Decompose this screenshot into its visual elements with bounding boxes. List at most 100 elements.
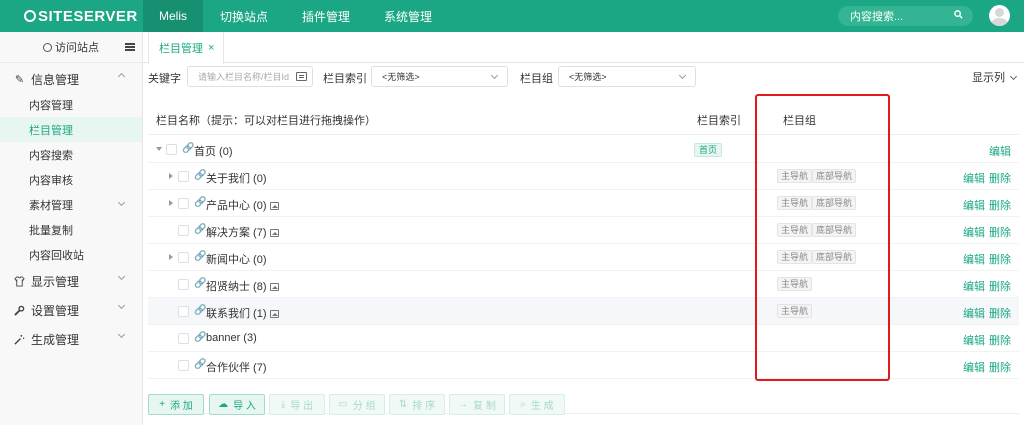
- search-icon: ⌕: [520, 399, 526, 410]
- group-select[interactable]: <无筛选>: [558, 66, 696, 87]
- cloud-upload-icon: ☁: [218, 399, 229, 410]
- channel-name[interactable]: 新闻中心 (0): [206, 251, 267, 267]
- row-checkbox[interactable]: [178, 171, 189, 182]
- delete-link[interactable]: 删除: [989, 278, 1011, 294]
- export-button[interactable]: ⤓ 导 出: [269, 394, 325, 415]
- edit-link[interactable]: 编辑: [963, 197, 985, 213]
- edit-icon: ✎: [14, 73, 25, 86]
- import-button[interactable]: ☁ 导 入: [209, 394, 265, 415]
- index-select[interactable]: <无筛选>: [371, 66, 508, 87]
- delete-link[interactable]: 删除: [989, 224, 1011, 240]
- sidebar-group-display[interactable]: 显示管理: [0, 267, 142, 296]
- chevron-down-icon: [117, 272, 126, 281]
- link-icon: 🔗: [194, 278, 207, 289]
- highlight-box: [755, 94, 890, 381]
- delete-link[interactable]: 删除: [989, 251, 1011, 267]
- tab-channel-management[interactable]: 栏目管理 ×: [148, 32, 224, 64]
- image-icon: [269, 229, 279, 237]
- sidebar-item-channel-management[interactable]: 栏目管理: [0, 117, 142, 142]
- sidebar-item-content-management[interactable]: 内容管理: [0, 92, 142, 117]
- caret-down-icon[interactable]: [156, 147, 162, 151]
- link-icon: 🔗: [182, 143, 195, 154]
- image-icon: [269, 310, 279, 318]
- edit-link[interactable]: 编辑: [963, 305, 985, 321]
- sidebar-item-recycle-bin[interactable]: 内容回收站: [0, 242, 142, 267]
- magic-wand-icon: [14, 334, 25, 345]
- nav-plugin-management[interactable]: 插件管理: [285, 0, 367, 32]
- visit-site-link[interactable]: 访问站点: [43, 39, 99, 55]
- channel-name[interactable]: 产品中心 (0): [206, 197, 279, 213]
- keyword-input[interactable]: 请输入栏目名称/栏目Id: [187, 66, 313, 87]
- caret-right-icon[interactable]: [169, 254, 173, 260]
- edit-link[interactable]: 编辑: [963, 332, 985, 348]
- caret-right-icon[interactable]: [169, 200, 173, 206]
- group-label: 栏目组: [520, 73, 553, 85]
- row-checkbox[interactable]: [178, 252, 189, 263]
- sidebar-group-generate[interactable]: 生成管理: [0, 325, 142, 354]
- delete-link[interactable]: 删除: [989, 332, 1011, 348]
- row-checkbox[interactable]: [178, 198, 189, 209]
- sidebar-item-content-search[interactable]: 内容搜索: [0, 142, 142, 167]
- nav-switch-site[interactable]: 切换站点: [203, 0, 285, 32]
- row-checkbox[interactable]: [178, 306, 189, 317]
- link-icon: 🔗: [194, 197, 207, 208]
- sidebar-item-batch-copy[interactable]: 批量复制: [0, 217, 142, 242]
- link-icon: 🔗: [194, 359, 207, 370]
- channel-name[interactable]: 首页 (0): [194, 143, 233, 159]
- channel-name[interactable]: banner (3): [206, 332, 257, 344]
- sort-button[interactable]: ⇅ 排 序: [389, 394, 445, 415]
- delete-link[interactable]: 删除: [989, 170, 1011, 186]
- link-icon: 🔗: [194, 170, 207, 181]
- sort-icon: ⇅: [398, 399, 408, 410]
- sidebar-item-content-review[interactable]: 内容审核: [0, 167, 142, 192]
- edit-link[interactable]: 编辑: [963, 359, 985, 375]
- row-checkbox[interactable]: [178, 225, 189, 236]
- filter-bar: 关键字 请输入栏目名称/栏目Id 栏目索引 <无筛选> 栏目组 <无筛选>: [143, 66, 1024, 88]
- search-placeholder: 内容搜索...: [850, 11, 904, 23]
- edit-link[interactable]: 编辑: [963, 251, 985, 267]
- download-icon: ⤓: [280, 399, 286, 410]
- keyword-label: 关键字: [148, 73, 181, 85]
- generate-button[interactable]: ⌕ 生 成: [509, 394, 565, 415]
- chevron-down-icon: [117, 198, 126, 207]
- copy-button[interactable]: → 复 制: [449, 394, 505, 415]
- sidebar-group-settings[interactable]: 设置管理: [0, 296, 142, 325]
- row-checkbox[interactable]: [178, 333, 189, 344]
- user-avatar[interactable]: [989, 5, 1010, 26]
- delete-link[interactable]: 删除: [989, 359, 1011, 375]
- caret-right-icon[interactable]: [169, 173, 173, 179]
- group-button[interactable]: ▭ 分 组: [329, 394, 385, 415]
- arrow-right-icon: →: [458, 399, 469, 410]
- channel-name[interactable]: 合作伙伴 (7): [206, 359, 267, 375]
- edit-link[interactable]: 编辑: [989, 143, 1011, 159]
- channel-name[interactable]: 联系我们 (1): [206, 305, 279, 321]
- delete-link[interactable]: 删除: [989, 305, 1011, 321]
- plus-icon: +: [159, 399, 166, 410]
- link-icon: 🔗: [194, 224, 207, 235]
- nav-system-management[interactable]: 系统管理: [367, 0, 449, 32]
- keyboard-icon[interactable]: [296, 72, 307, 81]
- edit-link[interactable]: 编辑: [963, 170, 985, 186]
- close-icon[interactable]: ×: [208, 42, 214, 54]
- siteserver-logo[interactable]: SITESERVER: [0, 0, 143, 32]
- channel-name[interactable]: 解决方案 (7): [206, 224, 279, 240]
- content-search-input[interactable]: 内容搜索...: [838, 6, 973, 26]
- row-checkbox[interactable]: [166, 144, 177, 155]
- row-checkbox[interactable]: [178, 279, 189, 290]
- add-button[interactable]: + 添 加: [148, 394, 204, 415]
- menu-toggle-icon[interactable]: [125, 43, 135, 51]
- channel-name[interactable]: 招贤纳士 (8): [206, 278, 279, 294]
- delete-link[interactable]: 删除: [989, 197, 1011, 213]
- show-columns-dropdown[interactable]: 显示列: [972, 69, 1018, 85]
- row-checkbox[interactable]: [178, 360, 189, 371]
- channel-name[interactable]: 关于我们 (0): [206, 170, 267, 186]
- logo-mark-icon: [24, 10, 36, 22]
- sidebar-item-material-management[interactable]: 素材管理: [0, 192, 142, 217]
- edit-link[interactable]: 编辑: [963, 224, 985, 240]
- nav-site-melis[interactable]: Melis: [143, 0, 204, 32]
- sidebar-group-info[interactable]: ✎ 信息管理: [0, 66, 142, 92]
- edit-link[interactable]: 编辑: [963, 278, 985, 294]
- search-icon[interactable]: [954, 10, 963, 22]
- column-header-name: 栏目名称（提示：可以对栏目进行拖拽操作）: [156, 115, 376, 127]
- folder-icon: ▭: [338, 399, 348, 410]
